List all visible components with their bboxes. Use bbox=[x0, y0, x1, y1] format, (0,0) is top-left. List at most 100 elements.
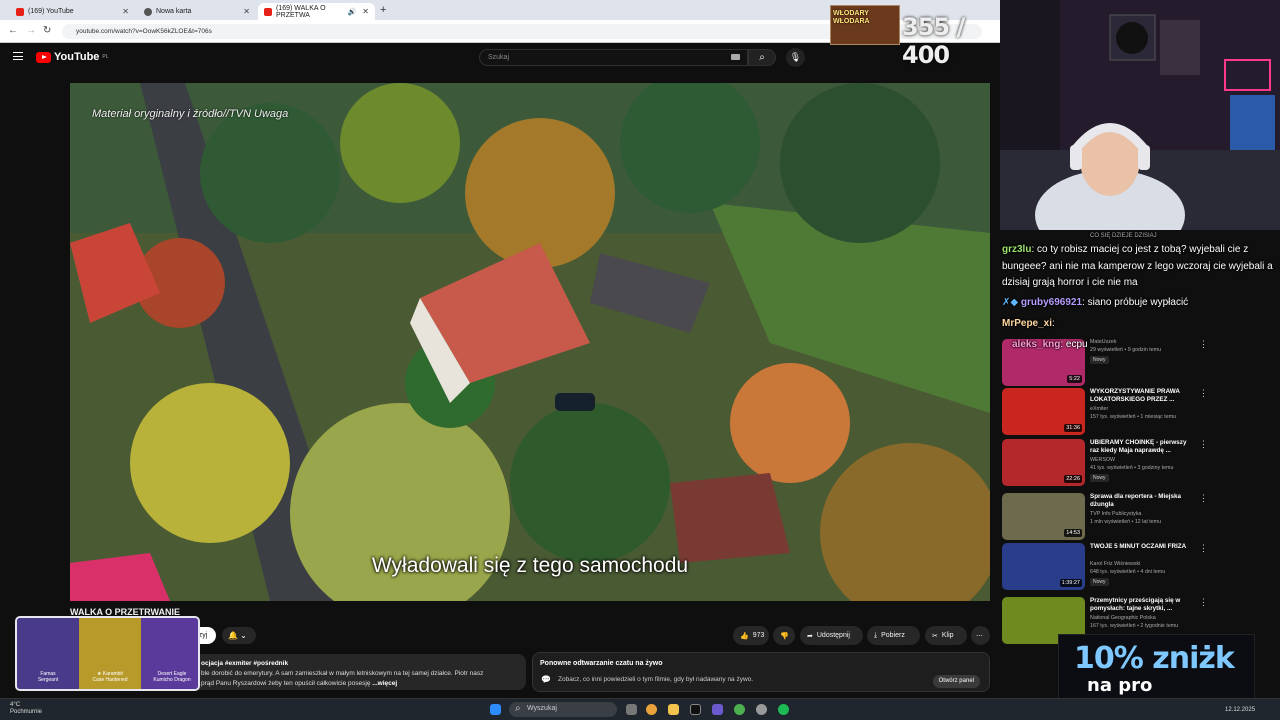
back-icon[interactable]: ← bbox=[8, 25, 18, 36]
spotify-icon[interactable] bbox=[778, 704, 789, 715]
more-options-icon[interactable]: ⋮ bbox=[1199, 597, 1208, 608]
video-player[interactable]: Materiał oryginalny i źródło//TVN Uwaga … bbox=[70, 83, 990, 601]
recommendation-channel: MateUszek bbox=[1090, 339, 1117, 345]
recommendation-title[interactable]: TWOJE 5 MINUT OCZAMI FRIZA bbox=[1090, 543, 1192, 551]
taskbar-date: 12.12.2025 bbox=[1225, 707, 1256, 713]
youtube-favicon-icon bbox=[264, 7, 272, 16]
case-opening-overlay: Famas Sergeant ★ Karambit Case Hardened De… bbox=[15, 616, 200, 691]
badge-icon: ✗◆ bbox=[1002, 297, 1019, 308]
weather-widget[interactable]: 4°C Pochmurnie bbox=[10, 702, 42, 716]
recommendation-channel: eXmiter bbox=[1090, 406, 1109, 412]
download-icon: ⤓ bbox=[874, 631, 878, 639]
description-hashtags: ocjacja #exmiter #pośrednik bbox=[201, 660, 289, 667]
tab-video[interactable]: (169) WALKA O PRZETWA 🔊 ✕ bbox=[258, 3, 375, 20]
discord-icon[interactable] bbox=[712, 704, 723, 715]
close-tab-icon[interactable]: ✕ bbox=[362, 7, 369, 16]
streamer-webcam bbox=[1000, 0, 1280, 230]
recommendation-thumbnail[interactable]: 22:26 bbox=[1002, 439, 1085, 486]
steam-icon[interactable] bbox=[756, 704, 767, 715]
chat-username: grz3lu bbox=[1002, 244, 1032, 255]
clip-button[interactable]: ✂ Klip bbox=[925, 626, 967, 645]
youtube-logo[interactable]: YouTube PL bbox=[36, 51, 109, 63]
recommendation-meta: 167 tys. wyświetleń • 2 tygodnie temu bbox=[1090, 623, 1179, 629]
recommendation-title[interactable]: Przemytnicy prześcigają się w pomysłach:… bbox=[1090, 597, 1192, 613]
search-input[interactable]: Szukaj bbox=[479, 49, 748, 66]
goal-counter-overlay: WŁODARY WŁODARA 355 / 400 bbox=[830, 5, 1000, 69]
case-item-sub: Case Hardened bbox=[92, 677, 128, 683]
recommendation-title[interactable]: Sprawa dla reportera - Miejska dżungla bbox=[1090, 493, 1192, 509]
close-tab-icon[interactable]: ✕ bbox=[243, 7, 250, 16]
case-item: Desert Eagle Kumicho Dragon bbox=[141, 618, 198, 689]
logo-text: YouTube bbox=[54, 51, 100, 63]
video-subtitle: Wyładowali się z tego samochodu bbox=[371, 554, 689, 577]
recommendation-channel: Karol Friz Wiśniewski bbox=[1090, 561, 1141, 567]
search-button[interactable]: ⌕ bbox=[748, 49, 776, 66]
weather-temp: 4°C bbox=[10, 702, 21, 708]
recommendation-channel: TVP Info Publicystyka bbox=[1090, 511, 1142, 517]
tab-label: Nowa karta bbox=[156, 8, 192, 15]
tab-youtube[interactable]: (169) YouTube ✕ bbox=[10, 3, 135, 20]
windows-start-icon[interactable] bbox=[490, 704, 501, 715]
recommendation-thumbnail[interactable]: 31:36 bbox=[1002, 388, 1085, 435]
menu-icon[interactable] bbox=[13, 52, 23, 60]
audio-icon[interactable]: 🔊 bbox=[348, 8, 357, 16]
chat-username: gruby696921 bbox=[1020, 297, 1083, 308]
duration-badge: 22:26 bbox=[1064, 475, 1082, 483]
chrome-icon[interactable] bbox=[646, 704, 657, 715]
download-label: Pobierz bbox=[881, 632, 905, 639]
browser-icon[interactable] bbox=[734, 704, 745, 715]
like-button[interactable]: 👍 973 bbox=[733, 626, 769, 645]
chat-text: : co ty robisz maciej co jest z tobą? wy… bbox=[1002, 244, 1273, 288]
more-options-icon[interactable]: ⋮ bbox=[1199, 388, 1208, 399]
description-text-line: ble dorobić do emerytury. A sam zamieszk… bbox=[201, 670, 484, 677]
description-more-link[interactable]: ...więcej bbox=[372, 680, 397, 687]
chat-replay-text: Zobacz, co inni powiedzieli o tym filmie… bbox=[558, 676, 754, 683]
app-icon[interactable] bbox=[690, 704, 701, 715]
more-options-icon[interactable]: ⋮ bbox=[1199, 339, 1208, 350]
more-options-icon[interactable]: ⋮ bbox=[1199, 439, 1208, 450]
open-panel-button[interactable]: Otwórz panel bbox=[932, 675, 980, 688]
chat-username: MrPepe_xi bbox=[1002, 318, 1053, 329]
recommendation-thumbnail[interactable]: 14:53 bbox=[1002, 493, 1085, 540]
chat-message: aleks_kng: ecpu bbox=[1012, 336, 1088, 353]
video-watermark: Materiał oryginalny i źródło//TVN Uwaga bbox=[92, 108, 289, 120]
notifications-button[interactable]: 🔔 ⌄ bbox=[222, 627, 256, 644]
recommendation-item[interactable]: 1:39:27 TWOJE 5 MINUT OCZAMI FRIZA Karol F… bbox=[1002, 543, 1208, 593]
chat-text: : siano próbuje wypłacić bbox=[1082, 297, 1189, 308]
voice-search-button[interactable]: 🎙 bbox=[786, 48, 805, 67]
recommendation-item[interactable]: 22:26 UBIERAMY CHOINKĘ - pierwszy raz kie… bbox=[1002, 439, 1208, 489]
task-view-icon[interactable] bbox=[626, 704, 637, 715]
case-item: ★ Karambit Case Hardened bbox=[79, 618, 141, 689]
recommendation-channel: WERSOW bbox=[1090, 457, 1116, 463]
video-frame-aerial-image bbox=[70, 83, 990, 601]
video-description[interactable]: ocjacja #exmiter #pośrednik ble dorobić … bbox=[197, 654, 526, 690]
recommendation-item[interactable]: 31:36 WYKORZYSTYWANIE PRAWA LOKATORSKIEGO… bbox=[1002, 388, 1208, 438]
recommendation-title[interactable]: WYKORZYSTYWANIE PRAWA LOKATORSKIEGO PRZE… bbox=[1090, 388, 1192, 404]
chat-overlay-header: CO SIĘ DZIEJE DZISIAJ bbox=[1090, 233, 1157, 239]
thumbs-down-icon: 👎 bbox=[780, 632, 789, 640]
more-options-icon[interactable]: ⋮ bbox=[1199, 493, 1208, 504]
close-tab-icon[interactable]: ✕ bbox=[122, 7, 129, 16]
forward-icon[interactable]: → bbox=[26, 25, 36, 36]
recommendation-meta: 648 tys. wyświetleń • 4 dni temu bbox=[1090, 569, 1166, 575]
download-button[interactable]: ⤓ Pobierz bbox=[867, 626, 920, 645]
new-badge: Nowy bbox=[1090, 474, 1109, 482]
youtube-favicon-icon bbox=[16, 7, 24, 16]
recommendation-meta: 157 tys. wyświetleń • 1 miesiąc temu bbox=[1090, 414, 1177, 420]
reload-icon[interactable]: ↻ bbox=[43, 25, 51, 36]
live-chat-replay-panel: Ponowne odtwarzanie czatu na żywo 💬 Zoba… bbox=[532, 652, 990, 692]
tab-new[interactable]: Nowa karta ✕ bbox=[138, 3, 256, 20]
recommendation-title[interactable]: UBIERAMY CHOINKĘ - pierwszy raz kiedy Ma… bbox=[1090, 439, 1192, 455]
new-badge: Nowy bbox=[1090, 578, 1109, 586]
recommendation-thumbnail[interactable]: 1:39:27 bbox=[1002, 543, 1085, 590]
dislike-button[interactable]: 👎 bbox=[773, 626, 795, 645]
taskbar-search[interactable]: Wyszukaj bbox=[509, 702, 617, 717]
more-actions-button[interactable]: ⋯ bbox=[971, 626, 990, 645]
keyboard-icon[interactable] bbox=[731, 54, 740, 60]
new-tab-icon[interactable]: + bbox=[380, 4, 386, 16]
webcam-image bbox=[1000, 0, 1280, 230]
folder-icon[interactable] bbox=[668, 704, 679, 715]
recommendation-item[interactable]: 14:53 Sprawa dla reportera - Miejska dżun… bbox=[1002, 493, 1208, 543]
share-button[interactable]: ➦ Udostępnij bbox=[800, 626, 863, 645]
more-options-icon[interactable]: ⋮ bbox=[1199, 543, 1208, 554]
